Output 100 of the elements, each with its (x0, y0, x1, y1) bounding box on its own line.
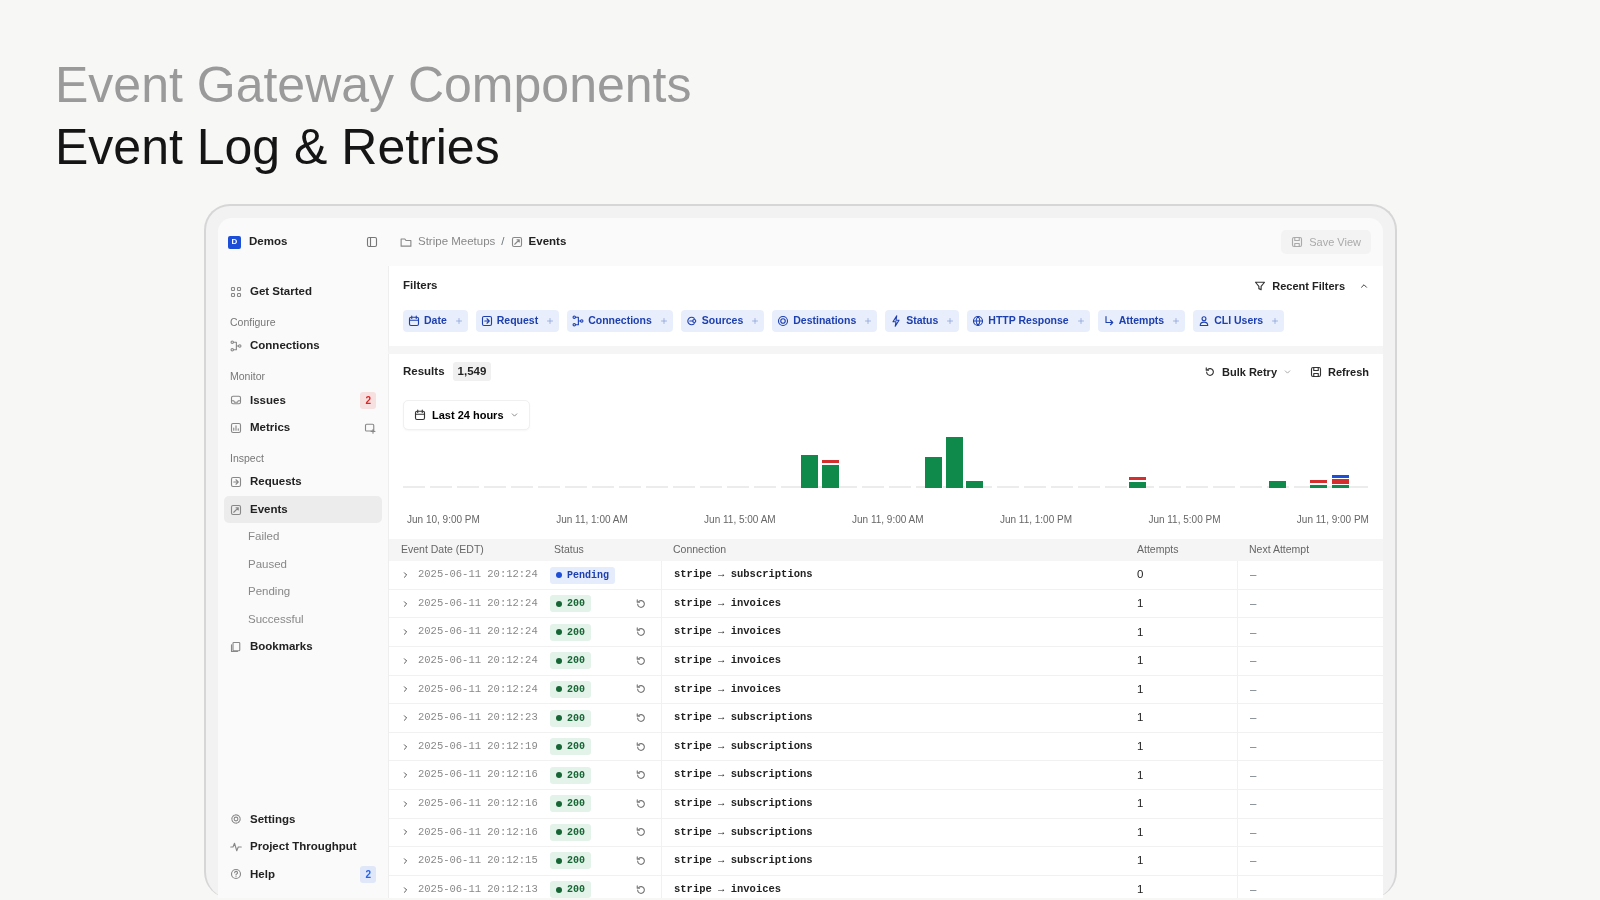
next-attempt-cell-text: – (1250, 767, 1257, 783)
sidebar-item[interactable]: Issues 2 (224, 386, 382, 414)
histogram-bar (1269, 481, 1286, 489)
retry-icon[interactable] (635, 597, 647, 610)
enter-icon (230, 476, 242, 488)
sidebar-item[interactable]: Connections (224, 332, 382, 360)
event-date: 2025-06-11 20:12:15 (418, 853, 538, 869)
plus-icon (864, 316, 873, 325)
filter-chip[interactable]: Request (475, 310, 560, 332)
status-pill: 200 (550, 852, 591, 870)
sidebar-subitem[interactable]: Successful (224, 605, 382, 634)
attempts-cell-text: 1 (1137, 596, 1144, 611)
nodes-icon (230, 340, 242, 352)
attempts-cell-text: 1 (1137, 796, 1144, 812)
filter-chip[interactable]: Status (885, 310, 960, 332)
retry-icon[interactable] (635, 712, 647, 724)
expand-chevron-icon[interactable] (401, 855, 410, 867)
connection-cell: stripe → subscriptions (674, 853, 813, 869)
connection-cell-text: stripe → subscriptions (674, 738, 813, 754)
retry-icon[interactable] (635, 855, 647, 867)
axis-label: Jun 11, 9:00 AM (852, 513, 924, 528)
connection-cell-text: stripe → subscriptions (674, 824, 813, 840)
column-header: Status (553, 542, 585, 558)
add-chart-icon[interactable] (364, 421, 376, 434)
event-date: 2025-06-11 20:12:23 (418, 710, 538, 726)
settings-icon (230, 813, 242, 826)
next-attempt-cell-text: – (1250, 653, 1257, 669)
retry-icon[interactable] (635, 740, 647, 753)
workspace-name[interactable]: Demos (249, 233, 288, 251)
arrow-square-icon (230, 503, 242, 516)
sidebar-item[interactable]: Project Throughput (224, 833, 382, 861)
inbox-icon (230, 394, 242, 407)
breadcrumb-link[interactable]: Events (528, 233, 567, 251)
refresh-button[interactable]: Refresh (1310, 363, 1369, 380)
retry-icon[interactable] (635, 826, 647, 839)
attempts-cell-text: 1 (1137, 824, 1144, 840)
attempts-cell-text: 1 (1137, 710, 1144, 726)
breadcrumb-link[interactable]: Stripe Meetups (418, 233, 496, 251)
filter-chip[interactable]: Sources (680, 310, 765, 332)
column-header: Connection (672, 542, 728, 558)
results-count: 1,549 (452, 362, 492, 382)
event-date: 2025-06-11 20:12:19 (418, 738, 538, 754)
filter-chip[interactable]: CLI Users (1193, 310, 1285, 332)
sidebar-item[interactable]: Events (224, 495, 382, 524)
status-pill: 200 (550, 595, 591, 613)
sidebar-item[interactable]: Get Started (224, 278, 382, 306)
save-icon (1310, 365, 1323, 378)
filter-chip[interactable]: Connections (567, 310, 673, 332)
retry-icon[interactable] (635, 654, 647, 667)
target-icon (777, 314, 790, 327)
sidebar-toggle-icon[interactable] (366, 236, 378, 248)
bulk-retry-button[interactable]: Bulk Retry (1204, 363, 1293, 380)
recent-filters-button[interactable]: Recent Filters (1254, 277, 1345, 295)
sidebar-item[interactable]: Bookmarks (224, 633, 382, 661)
axis-label: Jun 11, 5:00 PM (1148, 513, 1221, 528)
next-attempt-cell-text: – (1250, 881, 1257, 897)
connection-cell-text: stripe → invoices (674, 881, 782, 897)
sidebar-item[interactable]: Help 2 (224, 860, 382, 888)
filter-chip[interactable]: HTTP Response (967, 310, 1090, 332)
results-label: Results (403, 364, 445, 380)
bolt-icon (890, 314, 903, 327)
filter-chip[interactable]: Destinations (772, 310, 878, 332)
column-header: Attempts (1136, 542, 1180, 558)
retry-icon[interactable] (635, 683, 647, 696)
status-pill: 200 (550, 652, 591, 670)
event-date: 2025-06-11 20:12:16 (418, 795, 538, 811)
nodes-icon (572, 314, 585, 327)
retry-icon[interactable] (635, 797, 647, 810)
sidebar-item[interactable]: Requests (224, 468, 382, 496)
column-header: Event Date (EDT) (400, 542, 485, 558)
retry-icon[interactable] (635, 626, 647, 639)
date-range-dropdown[interactable]: Last 24 hours (403, 399, 530, 431)
next-attempt-cell-text: – (1250, 796, 1257, 812)
retry-icon[interactable] (635, 769, 647, 782)
sidebar-item[interactable]: Metrics (224, 414, 382, 442)
plus-icon (659, 316, 668, 325)
plus-icon (1271, 316, 1280, 325)
filter-chip[interactable]: Date (403, 310, 468, 332)
sidebar-subitem[interactable]: Pending (224, 578, 382, 606)
retry-icon[interactable] (635, 883, 647, 896)
attempts-cell-text: 1 (1137, 767, 1144, 783)
sidebar-item[interactable]: Settings (224, 805, 382, 833)
section-label: Inspect (229, 450, 265, 466)
next-attempt-cell-text: – (1250, 853, 1257, 869)
attempts-cell-text: 1 (1137, 653, 1144, 669)
save-icon (1291, 236, 1304, 248)
enter-icon (480, 314, 493, 327)
connection-cell-text: stripe → invoices (674, 624, 782, 640)
event-date: 2025-06-11 20:12:24 (418, 595, 538, 611)
event-date: 2025-06-11 20:12:16 (418, 767, 538, 783)
event-date: 2025-06-11 20:12:24 (418, 681, 538, 697)
page-subtitle: Event Log & Retries (55, 118, 501, 177)
histogram-bar (925, 457, 942, 489)
filter-icon (1254, 280, 1267, 292)
plus-icon (1076, 316, 1085, 325)
filter-chip[interactable]: Attempts (1097, 310, 1186, 332)
sidebar-subitem[interactable]: Paused (224, 550, 382, 579)
chart-icon (230, 421, 242, 434)
expand-chevron-icon[interactable] (401, 712, 410, 724)
axis-label: Jun 10, 9:00 PM (407, 513, 480, 528)
